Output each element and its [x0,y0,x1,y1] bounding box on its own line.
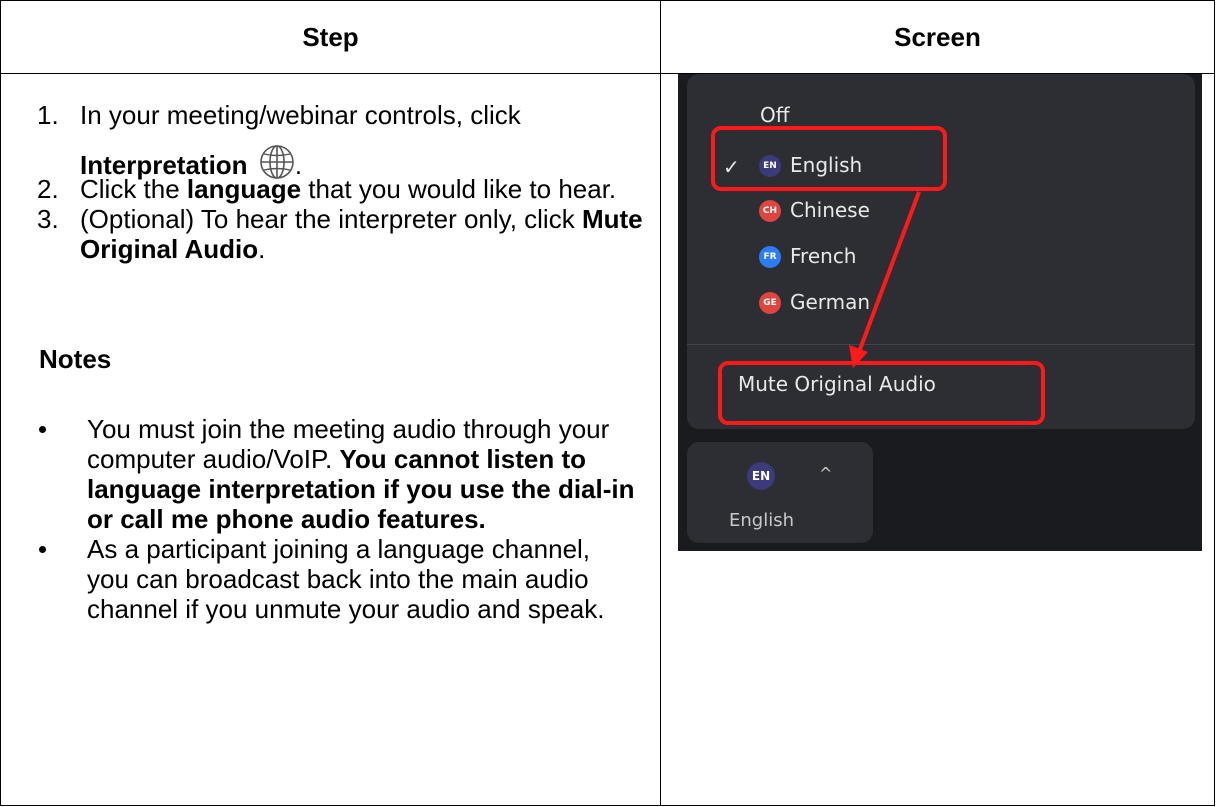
screen-cell: Off ✓ EN English CH Chinese FR French GE… [660,73,1215,806]
step-text: (Optional) To hear the interpreter only,… [80,204,582,234]
language-badge: EN [747,462,775,490]
step-text: that you would like to hear. [301,174,617,204]
step-item: 3. (Optional) To hear the interpreter on… [37,204,647,264]
bullet-icon [39,546,46,553]
step-cell: 1. In your meeting/webinar controls, cli… [0,73,661,806]
interpretation-button[interactable]: EN ^ English [687,442,873,543]
screen-header: Screen [660,0,1215,74]
step-list: 1. In your meeting/webinar controls, cli… [37,100,647,264]
step-text: . [258,234,266,264]
step-number: 2. [37,174,59,204]
step-header: Step [0,0,661,74]
note-item: As a participant joining a language chan… [39,534,639,624]
instructions-table: Step Screen 1. In your meeting/webinar c… [0,0,1215,806]
step-number: 1. [37,100,59,130]
note-text: As a participant joining a language chan… [87,534,605,624]
zoom-screenshot: Off ✓ EN English CH Chinese FR French GE… [678,74,1202,551]
bullet-icon [39,426,46,433]
note-item: You must join the meeting audio through … [39,414,639,534]
chevron-up-icon[interactable]: ^ [819,464,832,483]
step-number: 3. [37,204,59,234]
step-text: In your meeting/webinar controls, click [80,100,521,130]
notes-heading: Notes [39,344,112,374]
notes-list: You must join the meeting audio through … [39,414,639,624]
interpretation-button-label: English [729,510,794,531]
step-text: Click the [80,174,187,204]
arrow-icon [849,191,921,368]
step-item: 2. Click the language that you would lik… [37,174,647,204]
interpretation-menu: Off ✓ EN English CH Chinese FR French GE… [687,74,1195,429]
step-bold: language [186,174,302,204]
step-item: 1. In your meeting/webinar controls, cli… [37,100,647,180]
